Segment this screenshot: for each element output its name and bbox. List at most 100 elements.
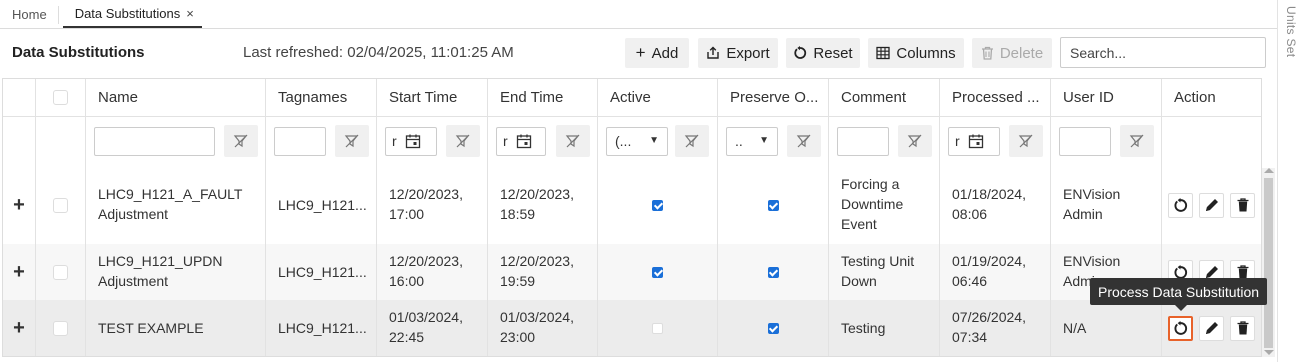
- table-row[interactable]: + LHC9_H121_UPDN Adjustment LHC9_H121...…: [3, 244, 1261, 301]
- delete-button[interactable]: Delete: [972, 38, 1052, 68]
- row-select-cell: [36, 166, 86, 244]
- preserve-checkbox[interactable]: [767, 199, 779, 211]
- calendar-icon[interactable]: [516, 133, 532, 149]
- end-time-date: 12/20/2023,: [500, 186, 574, 202]
- reset-button[interactable]: Reset: [786, 38, 860, 68]
- plus-icon: +: [13, 261, 25, 283]
- column-header-processed[interactable]: Processed ...: [940, 79, 1051, 116]
- name-line-1: LHC9_H121_A_FAULT: [98, 186, 243, 202]
- scrollbar-thumb[interactable]: [1264, 178, 1273, 348]
- active-checkbox[interactable]: [652, 199, 663, 211]
- name-line-1: TEST EXAMPLE: [98, 320, 204, 336]
- process-button[interactable]: [1168, 192, 1193, 218]
- end-time-filter-input[interactable]: r: [496, 126, 546, 156]
- start-time-filter-input[interactable]: r: [385, 126, 437, 156]
- clear-filter-icon[interactable]: [787, 125, 821, 157]
- pencil-icon: [1205, 199, 1218, 211]
- refresh-icon: [1174, 197, 1188, 212]
- clear-filter-icon[interactable]: [1009, 125, 1043, 157]
- clear-filter-icon[interactable]: [675, 125, 709, 157]
- select-all-checkbox[interactable]: [53, 90, 68, 105]
- edit-button[interactable]: [1199, 192, 1224, 218]
- reset-icon: [794, 46, 807, 59]
- close-icon[interactable]: ×: [186, 6, 194, 21]
- add-button[interactable]: + Add: [625, 38, 689, 68]
- vertical-scrollbar[interactable]: [1262, 168, 1275, 357]
- trash-icon: [981, 46, 993, 60]
- preserve-filter-select[interactable]: .. ▼: [726, 126, 778, 156]
- preserve-checkbox[interactable]: [767, 322, 779, 334]
- processed-date: 07/26/2024,: [952, 309, 1026, 325]
- column-header-tagnames[interactable]: Tagnames: [266, 79, 377, 116]
- column-header-active[interactable]: Active: [598, 79, 718, 116]
- filter-cell-tagnames: [266, 116, 377, 166]
- processed-cell: 01/18/2024, 08:06: [940, 166, 1051, 244]
- active-checkbox[interactable]: [652, 322, 663, 334]
- comment-filter-input[interactable]: [837, 126, 889, 156]
- processed-time: 06:46: [952, 273, 988, 289]
- trash-icon: [1237, 321, 1248, 335]
- row-select-checkbox[interactable]: [53, 320, 68, 336]
- user-id-cell: N/A: [1051, 300, 1162, 356]
- active-checkbox[interactable]: [652, 266, 663, 278]
- tagnames-value: LHC9_H121...: [278, 320, 367, 336]
- preserve-checkbox[interactable]: [767, 266, 779, 278]
- units-set-label: Units Set: [1284, 6, 1298, 58]
- name-line-2: Adjustment: [98, 273, 169, 289]
- export-button[interactable]: Export: [698, 38, 778, 68]
- active-filter-select[interactable]: (... ▼: [606, 126, 668, 156]
- expand-row-icon[interactable]: +: [3, 166, 36, 244]
- clear-filter-icon[interactable]: [446, 125, 480, 157]
- table-row[interactable]: + LHC9_H121_A_FAULT Adjustment LHC9_H121…: [3, 166, 1261, 245]
- tagnames-filter-input[interactable]: [274, 126, 326, 156]
- edit-button[interactable]: [1199, 315, 1224, 341]
- column-header-start-time[interactable]: Start Time: [377, 79, 488, 116]
- expand-row-icon[interactable]: +: [3, 244, 36, 300]
- column-header-end-time[interactable]: End Time: [488, 79, 598, 116]
- last-refreshed-text: Last refreshed: 02/04/2025, 11:01:25 AM: [243, 44, 514, 61]
- tagnames-cell: LHC9_H121...: [266, 166, 377, 244]
- expand-row-icon[interactable]: +: [3, 300, 36, 356]
- tab-home[interactable]: Home: [0, 6, 58, 28]
- end-time-date: 01/03/2024,: [500, 309, 574, 325]
- reset-button-label: Reset: [813, 44, 853, 62]
- toolbar: Data Substitutions Last refreshed: 02/04…: [0, 29, 1277, 77]
- start-time-cell: 01/03/2024, 22:45: [377, 300, 488, 356]
- scroll-down-arrow-icon[interactable]: [1264, 350, 1274, 355]
- column-header-user-id[interactable]: User ID: [1051, 79, 1162, 116]
- end-time-time: 23:00: [500, 329, 536, 345]
- column-header-name[interactable]: Name: [86, 79, 266, 116]
- row-select-checkbox[interactable]: [53, 264, 68, 280]
- comment-line-2: Down: [841, 273, 877, 289]
- user-id-filter-input[interactable]: [1059, 126, 1111, 156]
- comment-line-1: Testing Unit: [841, 253, 915, 269]
- clear-filter-icon[interactable]: [556, 125, 590, 157]
- column-header-comment[interactable]: Comment: [829, 79, 940, 116]
- clear-filter-icon[interactable]: [335, 125, 369, 157]
- tab-home-label: Home: [12, 6, 47, 22]
- scroll-up-arrow-icon[interactable]: [1264, 168, 1274, 173]
- clear-filter-icon[interactable]: [898, 125, 932, 157]
- units-set-panel[interactable]: Units Set: [1277, 0, 1305, 362]
- end-time-date: 12/20/2023,: [500, 253, 574, 269]
- clear-filter-icon[interactable]: [1120, 125, 1154, 157]
- process-button[interactable]: [1168, 315, 1193, 341]
- start-time-filter-value: r: [392, 133, 397, 149]
- table-row[interactable]: + TEST EXAMPLE LHC9_H121... 01/03/2024, …: [3, 300, 1261, 356]
- column-header-preserve[interactable]: Preserve O...: [718, 79, 829, 116]
- process-tooltip: Process Data Substitution: [1090, 278, 1268, 311]
- delete-row-button[interactable]: [1230, 315, 1255, 341]
- clear-filter-icon[interactable]: [224, 125, 258, 157]
- search-input[interactable]: [1060, 37, 1266, 68]
- row-select-cell: [36, 300, 86, 356]
- tab-data-substitutions[interactable]: Data Substitutions ×: [62, 6, 202, 28]
- processed-filter-input[interactable]: r: [948, 126, 1000, 156]
- delete-row-button[interactable]: [1230, 192, 1255, 218]
- name-filter-input[interactable]: [94, 126, 215, 156]
- columns-button[interactable]: Columns: [868, 38, 964, 68]
- expand-header: [3, 79, 36, 116]
- calendar-icon[interactable]: [968, 133, 984, 149]
- action-cell: [1162, 166, 1261, 244]
- row-select-checkbox[interactable]: [53, 197, 68, 213]
- calendar-icon[interactable]: [405, 133, 421, 149]
